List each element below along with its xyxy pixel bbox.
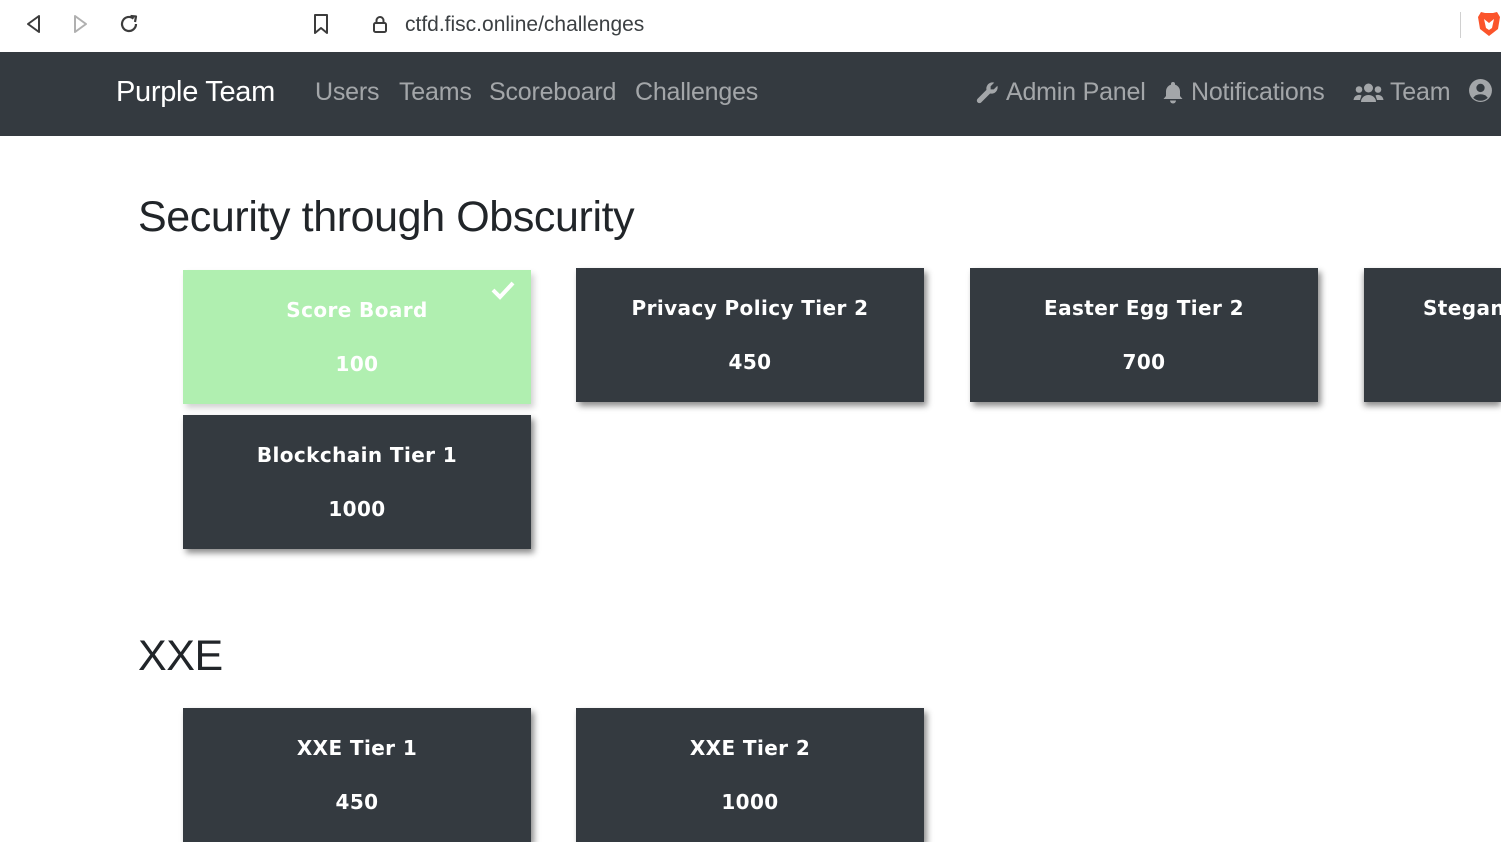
nav-team[interactable]: Team — [1353, 78, 1451, 107]
lock-icon — [372, 15, 388, 38]
nav-profile[interactable] — [1468, 78, 1493, 103]
challenge-name: Privacy Policy Tier 2 — [631, 296, 869, 320]
category-title: Security through Obscurity — [138, 193, 635, 241]
challenge-card-xxe-tier-1[interactable]: XXE Tier 1 450 — [183, 708, 531, 842]
nav-link-scoreboard[interactable]: Scoreboard — [489, 78, 616, 107]
challenge-name: Score Board — [286, 298, 428, 322]
notifications-label: Notifications — [1191, 78, 1325, 106]
bell-icon — [1161, 80, 1185, 105]
challenge-card-stegano[interactable]: Stegano — [1364, 268, 1501, 402]
challenge-card-score-board[interactable]: Score Board 100 — [183, 270, 531, 404]
challenge-value: 700 — [1122, 350, 1166, 374]
forward-arrow-icon[interactable] — [66, 10, 94, 38]
url-text[interactable]: ctfd.fisc.online/challenges — [405, 13, 644, 37]
challenge-name: Blockchain Tier 1 — [256, 443, 458, 467]
challenge-name: Easter Egg Tier 2 — [1044, 296, 1244, 320]
challenge-value: 1000 — [328, 497, 386, 521]
nav-link-users[interactable]: Users — [315, 78, 379, 107]
challenge-card-easter-egg-tier-2[interactable]: Easter Egg Tier 2 700 — [970, 268, 1318, 402]
browser-toolbar: ctfd.fisc.online/challenges — [0, 0, 1501, 53]
nav-notifications[interactable]: Notifications — [1161, 78, 1325, 107]
user-circle-icon — [1468, 78, 1493, 103]
challenge-value: 1000 — [721, 790, 779, 814]
users-icon — [1353, 81, 1384, 105]
nav-link-challenges[interactable]: Challenges — [635, 78, 758, 107]
challenge-name: XXE Tier 1 — [296, 736, 418, 760]
category-title: XXE — [138, 632, 223, 680]
challenge-value: 450 — [335, 790, 379, 814]
address-bar[interactable]: ctfd.fisc.online/challenges — [354, 4, 1464, 44]
bookmark-icon[interactable] — [307, 10, 335, 38]
nav-link-teams[interactable]: Teams — [399, 78, 472, 107]
back-arrow-icon[interactable] — [20, 10, 48, 38]
team-label: Team — [1390, 78, 1451, 106]
challenge-name: Stegano — [1423, 296, 1501, 320]
nav-admin-panel[interactable]: Admin Panel — [975, 78, 1146, 107]
site-navbar: Purple Team Users Teams Scoreboard Chall… — [0, 52, 1501, 136]
toolbar-divider — [1460, 12, 1461, 38]
challenge-value: 100 — [335, 352, 379, 376]
brand-link[interactable]: Purple Team — [116, 76, 275, 109]
challenge-value: 450 — [728, 350, 772, 374]
reload-icon[interactable] — [115, 10, 143, 38]
brave-lion-icon[interactable] — [1477, 10, 1501, 43]
challenge-name: XXE Tier 2 — [689, 736, 811, 760]
challenge-card-blockchain-tier-1[interactable]: Blockchain Tier 1 1000 — [183, 415, 531, 549]
wrench-icon — [975, 80, 1000, 105]
challenge-card-privacy-policy-tier-2[interactable]: Privacy Policy Tier 2 450 — [576, 268, 924, 402]
challenge-card-xxe-tier-2[interactable]: XXE Tier 2 1000 — [576, 708, 924, 842]
admin-panel-label: Admin Panel — [1006, 78, 1146, 106]
